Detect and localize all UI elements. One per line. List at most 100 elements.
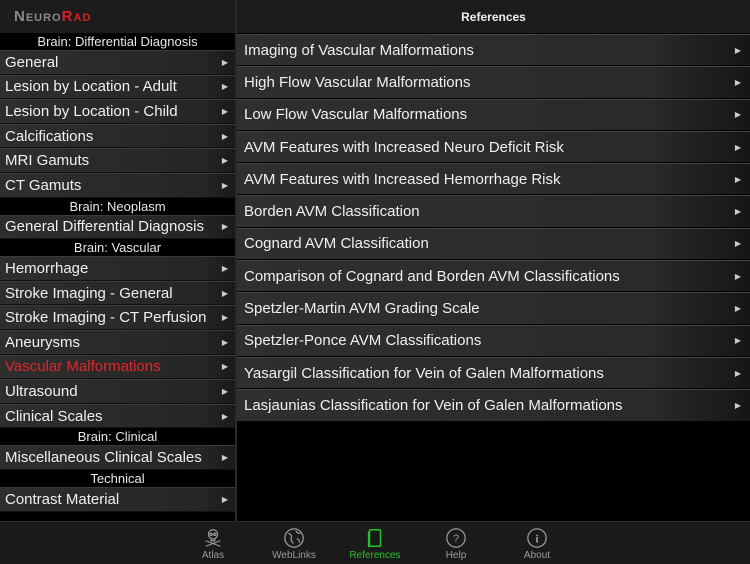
disclosure-arrow-icon: ▶ [221,288,228,298]
disclosure-arrow-icon: ▶ [221,386,228,396]
sidebar-item[interactable]: Clinical Scales ▶ [0,403,235,429]
disclosure-arrow-icon: ▶ [734,400,741,410]
reference-item[interactable]: Lasjaunias Classification for Vein of Ga… [237,389,750,421]
disclosure-arrow-icon: ▶ [221,263,228,273]
disclosure-arrow-icon: ▶ [221,180,228,190]
sidebar-item[interactable]: Stroke Imaging - CT Perfusion ▶ [0,305,235,330]
sidebar-item[interactable]: Aneurysms ▶ [0,329,235,355]
question-icon: ? [445,527,467,550]
disclosure-arrow-icon: ▶ [734,110,741,120]
tab-about[interactable]: i About [497,522,578,564]
references-list: Imaging of Vascular Malformations ▶ High F… [237,34,750,421]
sidebar-item-label: General Differential Diagnosis [5,218,204,236]
reference-item[interactable]: Comparison of Cognard and Borden AVM Cla… [237,260,750,292]
tab-label: Help [445,550,467,561]
reference-item-label: Cognard AVM Classification [244,235,429,253]
sidebar-item-label: MRI Gamuts [5,152,90,170]
logo-bar: NeuroRad [0,0,235,33]
disclosure-arrow-icon: ▶ [734,207,741,217]
tab-bar: Atlas WebLinks References? Help i About [0,521,750,564]
disclosure-arrow-icon: ▶ [734,336,741,346]
section-header: Brain: Neoplasm [0,197,235,215]
reference-item[interactable]: AVM Features with Increased Neuro Defici… [237,130,750,163]
disclosure-arrow-icon: ▶ [221,313,228,323]
disclosure-arrow-icon: ▶ [734,77,741,87]
sidebar-item-label: Stroke Imaging - CT Perfusion [5,309,207,327]
sidebar-item[interactable]: Calcifications ▶ [0,123,235,149]
sidebar-item-label: Miscellaneous Clinical Scales [5,449,202,467]
sidebar-list: Brain: Differential Diagnosis General ▶ Les… [0,33,235,512]
sidebar: NeuroRad Brain: Differential Diagnosis Ge… [0,0,235,521]
reference-item[interactable]: Spetzler-Ponce AVM Classifications ▶ [237,324,750,356]
reference-item[interactable]: Yasargil Classification for Vein of Gale… [237,356,750,389]
reference-item-label: Low Flow Vascular Malformations [244,106,468,124]
sidebar-item[interactable]: Lesion by Location - Child ▶ [0,99,235,124]
section-header: Technical [0,469,235,487]
tab-help[interactable]: ? Help [416,522,497,564]
tab-weblinks[interactable]: WebLinks [254,522,335,564]
sidebar-item[interactable]: Ultrasound ▶ [0,379,235,404]
disclosure-arrow-icon: ▶ [734,271,741,281]
sidebar-item-label: Hemorrhage [5,259,89,277]
sidebar-item[interactable]: Stroke Imaging - General ▶ [0,280,235,306]
nav-bar: References [237,0,750,33]
disclosure-arrow-icon: ▶ [734,304,741,314]
reference-item-label: Imaging of Vascular Malformations [244,41,474,59]
reference-item-label: Borden AVM Classification [244,203,420,221]
tab-label: References [349,550,401,561]
sidebar-item[interactable]: Contrast Material ▶ [0,486,235,512]
disclosure-arrow-icon: ▶ [221,131,228,141]
sidebar-item[interactable]: Vascular Malformations ▶ [0,354,235,380]
reference-item[interactable]: Borden AVM Classification ▶ [237,195,750,227]
info-icon: i [526,527,548,550]
sidebar-item-label: Contrast Material [5,490,120,508]
tab-atlas[interactable]: Atlas [173,522,254,564]
section-header: Brain: Differential Diagnosis [0,33,235,50]
sidebar-item[interactable]: MRI Gamuts ▶ [0,148,235,173]
sidebar-item-label: Stroke Imaging - General [5,284,173,302]
sidebar-item-label: General [5,53,59,71]
app-logo: NeuroRad [14,8,91,25]
reference-item-label: Comparison of Cognard and Borden AVM Cla… [244,267,620,285]
sidebar-item[interactable]: CT Gamuts ▶ [0,172,235,198]
logo-part-1: Neuro [14,8,62,25]
tab-label: WebLinks [272,550,316,561]
reference-item[interactable]: Imaging of Vascular Malformations ▶ [237,34,750,66]
tab-label: About [523,550,551,561]
reference-item-label: Spetzler-Martin AVM Grading Scale [244,300,480,318]
reference-item-label: AVM Features with Increased Hemorrhage R… [244,170,561,188]
reference-item[interactable]: AVM Features with Increased Hemorrhage R… [237,163,750,195]
reference-item[interactable]: Low Flow Vascular Malformations ▶ [237,98,750,130]
reference-item[interactable]: Spetzler-Martin AVM Grading Scale ▶ [237,292,750,324]
disclosure-arrow-icon: ▶ [221,156,228,166]
sidebar-item[interactable]: General Differential Diagnosis ▶ [0,214,235,240]
tab-references[interactable]: References [335,522,416,564]
sidebar-item[interactable]: Hemorrhage ▶ [0,256,235,281]
disclosure-arrow-icon: ▶ [221,222,228,232]
disclosure-arrow-icon: ▶ [221,362,228,372]
page-title: References [461,9,526,24]
disclosure-arrow-icon: ▶ [221,82,228,92]
sidebar-item-label: Calcifications [5,127,94,145]
sidebar-item[interactable]: Miscellaneous Clinical Scales ▶ [0,445,235,470]
reference-item-label: Lasjaunias Classification for Vein of Ga… [244,396,623,414]
skull-crossbones-icon [202,527,224,550]
reference-item[interactable]: Cognard AVM Classification ▶ [237,227,750,260]
reference-item-label: High Flow Vascular Malformations [244,73,471,91]
sidebar-item[interactable]: General ▶ [0,50,235,75]
svg-text:?: ? [453,533,459,545]
reference-item[interactable]: High Flow Vascular Malformations ▶ [237,66,750,98]
disclosure-arrow-icon: ▶ [221,494,228,504]
disclosure-arrow-icon: ▶ [734,368,741,378]
globe-icon [283,527,305,550]
sidebar-item-label: Vascular Malformations [5,358,161,376]
sidebar-item-label: Lesion by Location - Child [5,102,178,120]
sidebar-item[interactable]: Lesion by Location - Adult ▶ [0,74,235,100]
disclosure-arrow-icon: ▶ [734,45,741,55]
svg-text:i: i [535,532,539,546]
disclosure-arrow-icon: ▶ [221,411,228,421]
reference-item-label: AVM Features with Increased Neuro Defici… [244,138,564,156]
sidebar-item-label: Lesion by Location - Adult [5,78,177,96]
section-header: Brain: Clinical [0,428,235,446]
disclosure-arrow-icon: ▶ [221,106,228,116]
